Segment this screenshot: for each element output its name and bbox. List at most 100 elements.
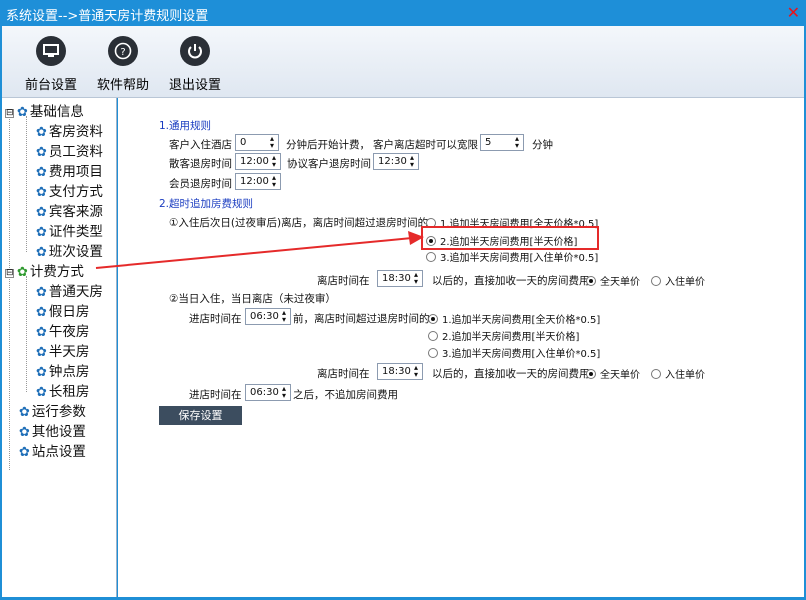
tree-item-holiday-room[interactable]: ✿ 假日房 bbox=[36, 300, 89, 320]
gear-icon: ✿ bbox=[19, 425, 30, 440]
tree-node-label: 运行参数 bbox=[31, 404, 86, 420]
tree-item-hourly-room[interactable]: ✿ 钟点房 bbox=[36, 360, 89, 380]
spin-arrows-icon[interactable]: ▴ ▾ bbox=[412, 271, 420, 286]
checkin-after-suffix: 之后，不追加房间费用 bbox=[293, 389, 398, 401]
checkin-label: 客户入住酒店 bbox=[169, 139, 232, 151]
case2-option-2[interactable]: 2.追加半天房间费用[半天价格] bbox=[428, 328, 579, 343]
case1-price-full-day[interactable]: 全天单价 bbox=[586, 273, 640, 288]
close-icon[interactable]: ✕ bbox=[787, 3, 800, 22]
tree-node-run-params[interactable]: ✿ 运行参数 bbox=[19, 400, 86, 420]
tree-item-midnight-room[interactable]: ✿ 午夜房 bbox=[36, 320, 89, 340]
leave-time-suffix: 以后的，直接加收一天的房间费用 bbox=[432, 275, 590, 287]
case2-option-3[interactable]: 3.追加半天房间费用[入住单价*0.5] bbox=[428, 345, 600, 360]
tree-item-room-data[interactable]: ✿ 客房资料 bbox=[36, 120, 103, 140]
time-value: 06:30 bbox=[250, 387, 279, 398]
tree-node-other-settings[interactable]: ✿ 其他设置 bbox=[19, 420, 86, 440]
checkin-time-input-1[interactable]: 06:30 ▴ ▾ bbox=[245, 308, 291, 325]
radio-checked-icon bbox=[586, 276, 596, 286]
radio-checked-icon bbox=[428, 314, 438, 324]
tree-item-staff-data[interactable]: ✿ 员工资料 bbox=[36, 140, 103, 160]
gear-icon: ✿ bbox=[36, 305, 47, 320]
spin-arrows-icon[interactable]: ▴ ▾ bbox=[408, 154, 416, 169]
scatter-checkout-time-input[interactable]: 12:00 ▴ ▾ bbox=[235, 153, 281, 170]
option-label: 2.追加半天房间费用[半天价格] bbox=[442, 332, 580, 343]
tree-item-guest-source[interactable]: ✿ 宾客来源 bbox=[36, 200, 103, 220]
help-icon: ? bbox=[108, 36, 138, 66]
spin-arrows-icon[interactable]: ▴ ▾ bbox=[280, 385, 288, 400]
tree-item-label: 客房资料 bbox=[48, 124, 103, 140]
case1-option-3[interactable]: 3.追加半天房间费用[入住单价*0.5] bbox=[426, 249, 598, 264]
gear-icon: ✿ bbox=[36, 385, 47, 400]
exit-settings-label: 退出设置 bbox=[168, 78, 221, 93]
member-checkout-time-input[interactable]: 12:00 ▴ ▾ bbox=[235, 173, 281, 190]
tree-node-basic-info[interactable]: ⊟ ✿ 基础信息 bbox=[5, 100, 84, 120]
agreement-checkout-label: 协议客户退房时间 bbox=[287, 158, 371, 170]
tree-item-label: 班次设置 bbox=[48, 244, 103, 260]
tree-item-fee-items[interactable]: ✿ 费用项目 bbox=[36, 160, 103, 180]
tree-item-long-term-room[interactable]: ✿ 长租房 bbox=[36, 380, 89, 400]
checkin-time-input-2[interactable]: 06:30 ▴ ▾ bbox=[245, 384, 291, 401]
svg-text:?: ? bbox=[120, 47, 125, 58]
section-general-rules-title: 1.通用规则 bbox=[159, 120, 212, 132]
time-value: 12:30 bbox=[378, 156, 407, 167]
software-help-button[interactable]: ? 软件帮助 bbox=[92, 36, 154, 93]
case2-price-full-day[interactable]: 全天单价 bbox=[586, 366, 640, 381]
radio-icon bbox=[651, 369, 661, 379]
agreement-checkout-time-input[interactable]: 12:30 ▴ ▾ bbox=[373, 153, 419, 170]
overtime-minutes-stepper[interactable]: 5 ▴ ▾ bbox=[480, 134, 524, 151]
time-value: 12:00 bbox=[240, 176, 269, 187]
exit-settings-button[interactable]: 退出设置 bbox=[164, 36, 226, 93]
spin-arrows-icon[interactable]: ▴ ▾ bbox=[513, 135, 521, 150]
checkin-minutes-stepper[interactable]: 0 ▴ ▾ bbox=[235, 134, 279, 151]
gear-icon: ✿ bbox=[19, 405, 30, 420]
tree-node-billing-methods[interactable]: ⊟ ✿ 计费方式 bbox=[5, 260, 84, 280]
radio-icon bbox=[426, 252, 436, 262]
leave-time-input-1[interactable]: 18:30 ▴ ▾ bbox=[377, 270, 423, 287]
collapse-icon[interactable]: ⊟ bbox=[5, 269, 14, 278]
tree-item-label: 普通天房 bbox=[48, 284, 103, 300]
time-value: 18:30 bbox=[382, 273, 411, 284]
tree-node-label: 其他设置 bbox=[31, 424, 86, 440]
tree-connector bbox=[26, 276, 27, 392]
gear-icon: ✿ bbox=[36, 205, 47, 220]
option-label: 全天单价 bbox=[600, 370, 640, 381]
front-desk-settings-button[interactable]: 前台设置 bbox=[20, 36, 82, 93]
spin-arrows-icon[interactable]: ▴ ▾ bbox=[270, 154, 278, 169]
tree-item-label: 午夜房 bbox=[48, 324, 90, 340]
save-settings-button[interactable]: 保存设置 bbox=[159, 406, 242, 425]
spin-arrows-icon[interactable]: ▴ ▾ bbox=[268, 135, 276, 150]
option-label: 入住单价 bbox=[665, 370, 705, 381]
tree-item-label: 费用项目 bbox=[48, 164, 103, 180]
spin-arrows-icon[interactable]: ▴ ▾ bbox=[270, 174, 278, 189]
radio-checked-icon bbox=[586, 369, 596, 379]
option-label: 1.追加半天房间费用[全天价格*0.5] bbox=[442, 315, 601, 326]
case1-price-checkin[interactable]: 入住单价 bbox=[651, 273, 705, 288]
tree-item-half-day-room[interactable]: ✿ 半天房 bbox=[36, 340, 89, 360]
tree-item-label: 员工资料 bbox=[48, 144, 103, 160]
tree-item-id-types[interactable]: ✿ 证件类型 bbox=[36, 220, 103, 240]
highlight-box bbox=[421, 226, 599, 250]
radio-icon bbox=[651, 276, 661, 286]
case2-option-1[interactable]: 1.追加半天房间费用[全天价格*0.5] bbox=[428, 311, 600, 326]
tree-item-regular-day-room[interactable]: ✿ 普通天房 bbox=[36, 280, 103, 300]
tree-item-payment-methods[interactable]: ✿ 支付方式 bbox=[36, 180, 103, 200]
gear-icon: ✿ bbox=[36, 145, 47, 160]
spin-arrows-icon[interactable]: ▴ ▾ bbox=[412, 364, 420, 379]
tree-node-site-settings[interactable]: ✿ 站点设置 bbox=[19, 440, 86, 460]
tree-item-label: 长租房 bbox=[48, 384, 90, 400]
collapse-icon[interactable]: ⊟ bbox=[5, 109, 14, 118]
gear-icon: ✿ bbox=[19, 445, 30, 460]
tree-item-label: 假日房 bbox=[48, 304, 90, 320]
case2-price-checkin[interactable]: 入住单价 bbox=[651, 366, 705, 381]
leave-time-input-2[interactable]: 18:30 ▴ ▾ bbox=[377, 363, 423, 380]
spin-arrows-icon[interactable]: ▴ ▾ bbox=[280, 309, 288, 324]
gear-icon: ✿ bbox=[36, 365, 47, 380]
overtime-suffix: 分钟 bbox=[532, 139, 553, 151]
settings-panel: 1.通用规则 客户入住酒店 0 ▴ ▾ 分钟后开始计费， 客户离店超时可以宽限 5 ▴… bbox=[118, 98, 804, 597]
option-label: 入住单价 bbox=[665, 277, 705, 288]
time-value: 12:00 bbox=[240, 156, 269, 167]
leave-time-suffix: 以后的，直接加收一天的房间费用 bbox=[432, 368, 590, 380]
gear-icon: ✿ bbox=[17, 105, 28, 120]
tree-item-shift-settings[interactable]: ✿ 班次设置 bbox=[36, 240, 103, 260]
case2-label: ②当日入住，当日离店（未过夜审） bbox=[169, 293, 336, 305]
